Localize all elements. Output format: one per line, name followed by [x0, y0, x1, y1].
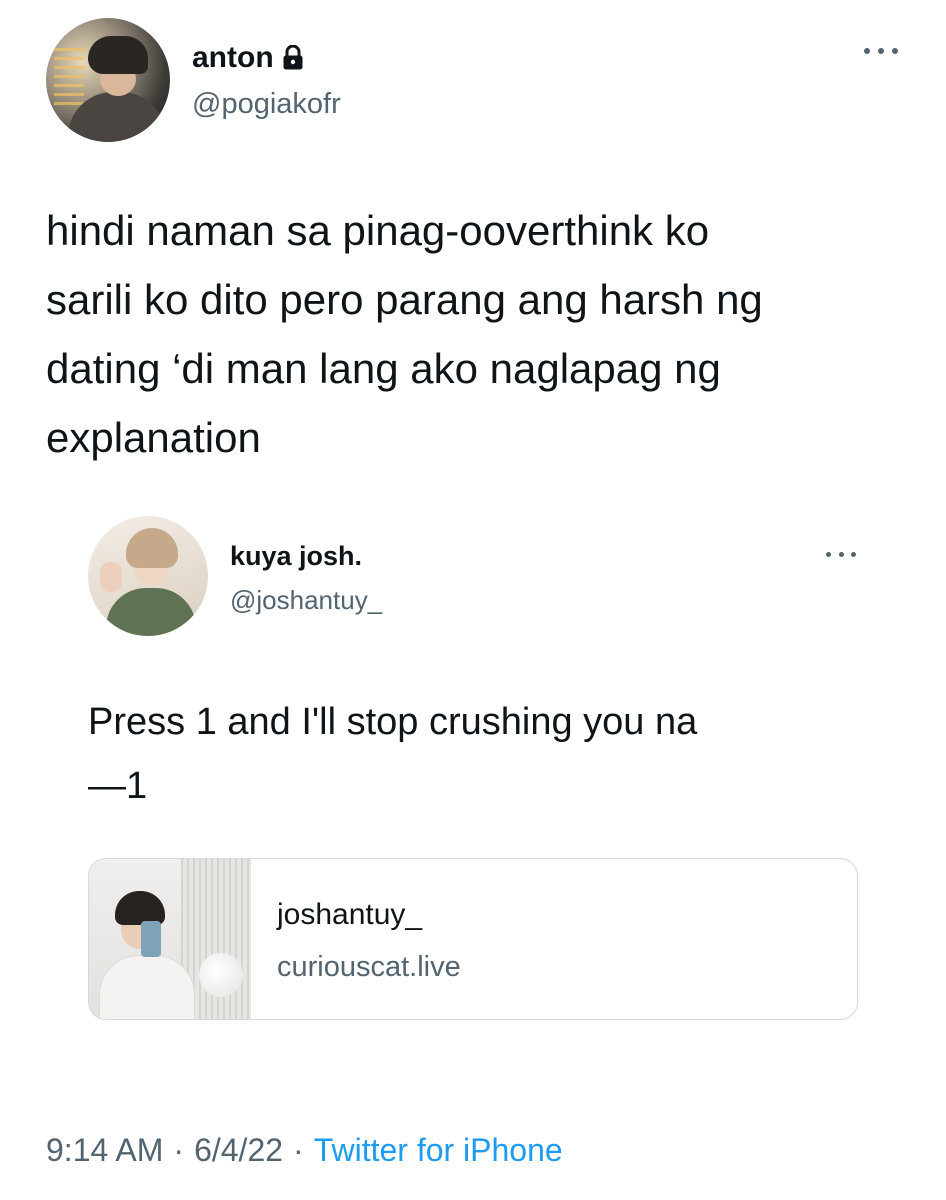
author-avatar[interactable]	[46, 18, 170, 142]
quoted-author-avatar[interactable]	[88, 516, 208, 636]
quoted-tweet-text: Press 1 and I'll stop crushing you na —1	[88, 701, 698, 807]
link-card-title: joshantuy_	[277, 898, 423, 931]
link-preview-card[interactable]: joshantuy_ curiouscat.live	[88, 858, 858, 1020]
more-options-icon[interactable]	[864, 44, 898, 58]
author-handle[interactable]: @pogiakofr	[192, 86, 341, 122]
separator-dot: ·	[173, 1132, 185, 1168]
author-display-name[interactable]: anton	[192, 40, 274, 76]
tweet-source-link[interactable]: Twitter for iPhone	[314, 1128, 563, 1172]
separator-dot: ·	[293, 1132, 304, 1168]
quoted-author-handle[interactable]: @joshantuy_	[230, 584, 382, 616]
avatar-figure-hair	[126, 528, 178, 568]
tweet-text: hindi naman sa pinag-ooverthink ko saril…	[46, 207, 763, 461]
link-card-domain: curiouscat.live	[277, 951, 461, 983]
avatar-figure-body	[106, 588, 196, 636]
tweet-metadata: 9:14 AM · 6/4/22 · Twitter for iPhone	[46, 1128, 563, 1172]
avatar-figure-hand	[100, 562, 122, 592]
quoted-author-display-name[interactable]: kuya josh.	[230, 540, 362, 572]
avatar-figure-hair	[88, 36, 148, 74]
author-name-row: anton	[192, 40, 304, 76]
lock-icon	[282, 44, 304, 71]
quoted-more-options-icon[interactable]	[826, 548, 856, 560]
tweet-date[interactable]: 6/4/22	[194, 1128, 283, 1172]
link-card-thumbnail	[89, 859, 251, 1019]
tweet-time[interactable]: 9:14 AM	[46, 1128, 163, 1172]
avatar-background	[54, 48, 84, 108]
